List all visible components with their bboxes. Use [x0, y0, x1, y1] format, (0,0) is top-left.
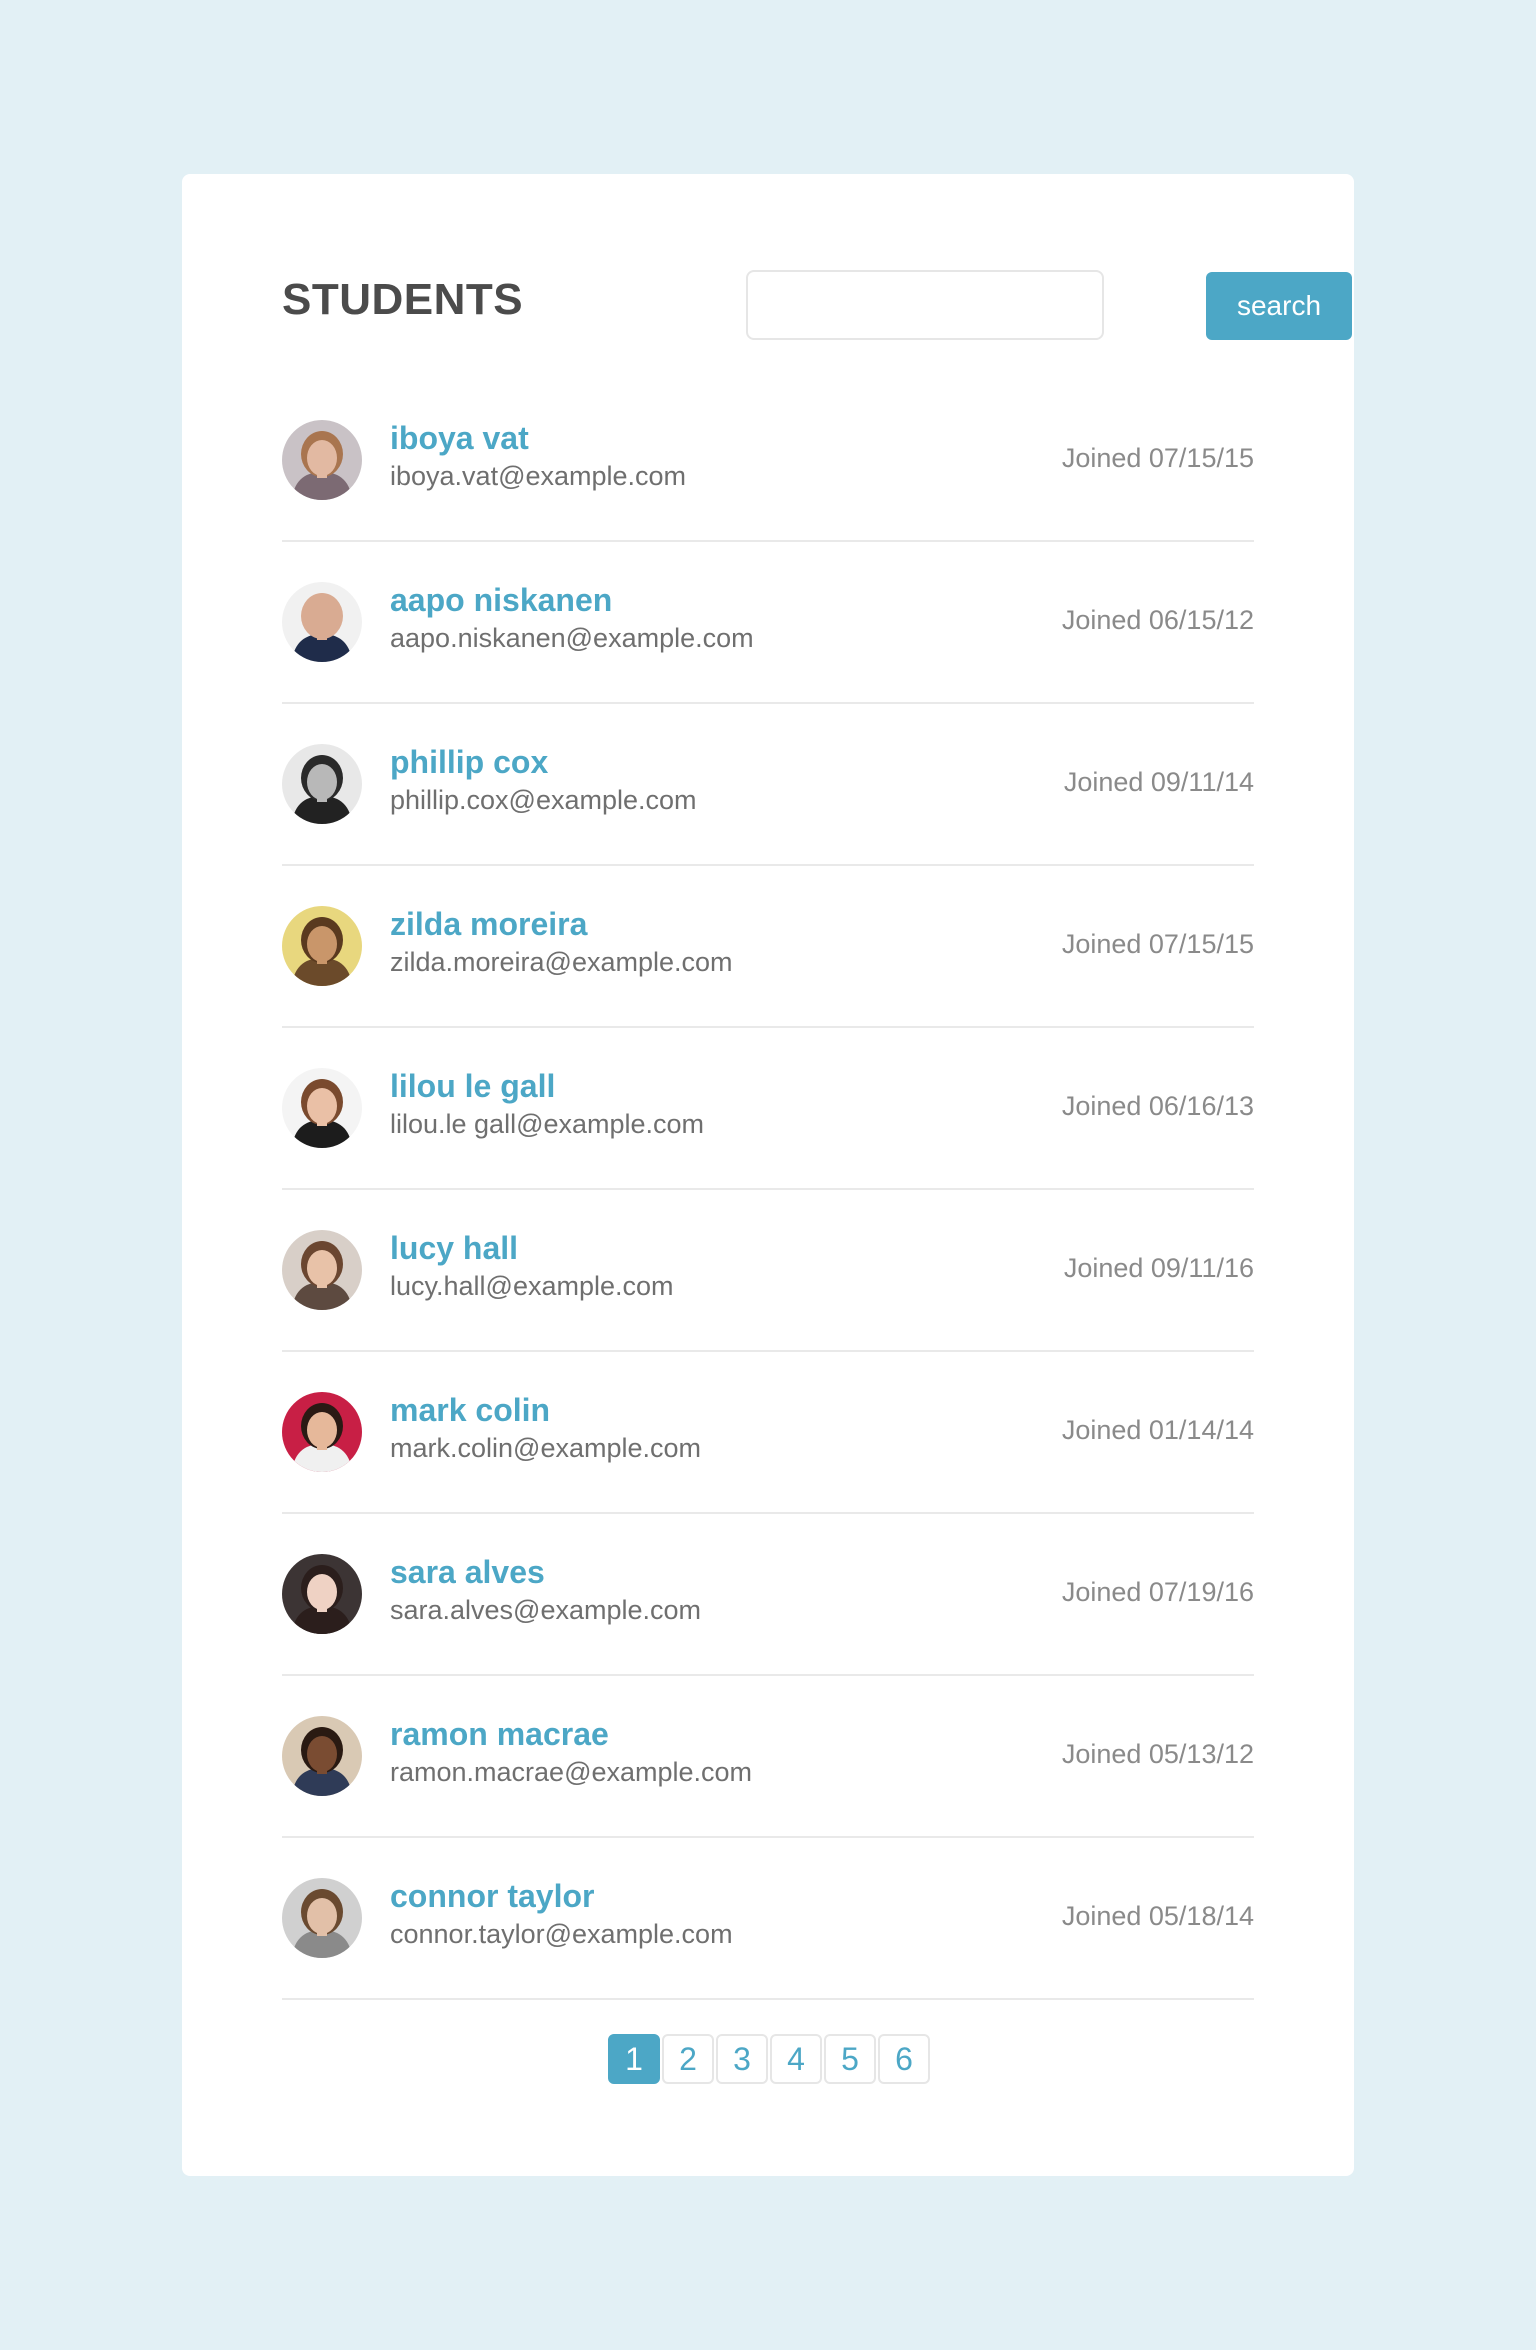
- student-name[interactable]: iboya vat: [390, 420, 529, 456]
- student-joined-date: Joined 07/15/15: [1061, 443, 1254, 473]
- avatar-image: [282, 420, 362, 500]
- student-row: lilou le gall lilou.le gall@example.com …: [282, 1028, 1254, 1190]
- avatar-image: [282, 1878, 362, 1958]
- avatar[interactable]: [282, 1068, 362, 1148]
- student-row: lucy hall lucy.hall@example.com Joined 0…: [282, 1190, 1254, 1352]
- student-email: iboya.vat@example.com: [390, 461, 687, 491]
- student-joined-date: Joined 06/15/12: [1061, 605, 1254, 635]
- student-name[interactable]: mark colin: [390, 1392, 550, 1428]
- avatar[interactable]: [282, 1716, 362, 1796]
- student-email: connor.taylor@example.com: [390, 1919, 733, 1949]
- student-row: ramon macrae ramon.macrae@example.com Jo…: [282, 1676, 1254, 1838]
- avatar-image: [282, 582, 362, 662]
- student-row: sara alves sara.alves@example.com Joined…: [282, 1514, 1254, 1676]
- student-name[interactable]: phillip cox: [390, 744, 548, 780]
- avatar[interactable]: [282, 1554, 362, 1634]
- student-row: mark colin mark.colin@example.com Joined…: [282, 1352, 1254, 1514]
- avatar-image: [282, 1068, 362, 1148]
- student-name[interactable]: sara alves: [390, 1554, 545, 1590]
- avatar[interactable]: [282, 582, 362, 662]
- student-email: lucy.hall@example.com: [390, 1271, 674, 1301]
- student-joined-date: Joined 01/14/14: [1061, 1415, 1254, 1445]
- avatar[interactable]: [282, 1392, 362, 1472]
- student-joined-date: Joined 05/18/14: [1061, 1901, 1254, 1931]
- page-link-3[interactable]: 3: [716, 2034, 768, 2084]
- page-link-2[interactable]: 2: [662, 2034, 714, 2084]
- student-row: phillip cox phillip.cox@example.com Join…: [282, 704, 1254, 866]
- student-email: lilou.le gall@example.com: [390, 1109, 705, 1139]
- page-link-6[interactable]: 6: [878, 2034, 930, 2084]
- student-row: zilda moreira zilda.moreira@example.com …: [282, 866, 1254, 1028]
- avatar-image: [282, 1554, 362, 1634]
- page-link-4[interactable]: 4: [770, 2034, 822, 2084]
- pagination: 123456: [608, 2034, 930, 2084]
- student-row: iboya vat iboya.vat@example.com Joined 0…: [282, 380, 1254, 542]
- avatar[interactable]: [282, 1230, 362, 1310]
- student-joined-date: Joined 05/13/12: [1061, 1739, 1254, 1769]
- avatar-image: [282, 1716, 362, 1796]
- student-email: sara.alves@example.com: [390, 1595, 702, 1625]
- avatar[interactable]: [282, 906, 362, 986]
- student-email: phillip.cox@example.com: [390, 785, 697, 815]
- student-joined-date: Joined 07/15/15: [1061, 929, 1254, 959]
- student-joined-date: Joined 09/11/16: [1063, 1253, 1254, 1283]
- student-email: aapo.niskanen@example.com: [390, 623, 754, 653]
- student-joined-date: Joined 09/11/14: [1063, 767, 1254, 797]
- header: STUDENTS search: [282, 270, 1352, 342]
- avatar[interactable]: [282, 744, 362, 824]
- student-row: aapo niskanen aapo.niskanen@example.com …: [282, 542, 1254, 704]
- student-email: zilda.moreira@example.com: [390, 947, 733, 977]
- student-name[interactable]: lilou le gall: [390, 1068, 555, 1104]
- avatar-image: [282, 744, 362, 824]
- avatar-image: [282, 1230, 362, 1310]
- avatar[interactable]: [282, 1878, 362, 1958]
- student-joined-date: Joined 07/19/16: [1061, 1577, 1254, 1607]
- student-row: connor taylor connor.taylor@example.com …: [282, 1838, 1254, 2000]
- student-name[interactable]: zilda moreira: [390, 906, 587, 942]
- search-button[interactable]: search: [1206, 272, 1352, 340]
- student-name[interactable]: connor taylor: [390, 1878, 594, 1914]
- student-list: iboya vat iboya.vat@example.com Joined 0…: [282, 380, 1254, 2000]
- student-name[interactable]: aapo niskanen: [390, 582, 612, 618]
- avatar-image: [282, 1392, 362, 1472]
- students-card: STUDENTS search iboya vat iboya.vat@exam…: [182, 174, 1354, 2176]
- avatar[interactable]: [282, 420, 362, 500]
- page-link-1[interactable]: 1: [608, 2034, 660, 2084]
- avatar-image: [282, 906, 362, 986]
- student-joined-date: Joined 06/16/13: [1061, 1091, 1254, 1121]
- student-name[interactable]: ramon macrae: [390, 1716, 609, 1752]
- student-email: ramon.macrae@example.com: [390, 1757, 753, 1787]
- student-email: mark.colin@example.com: [390, 1433, 702, 1463]
- student-name[interactable]: lucy hall: [390, 1230, 518, 1266]
- page-link-5[interactable]: 5: [824, 2034, 876, 2084]
- page-title: STUDENTS: [282, 275, 524, 324]
- search-input[interactable]: [746, 270, 1104, 340]
